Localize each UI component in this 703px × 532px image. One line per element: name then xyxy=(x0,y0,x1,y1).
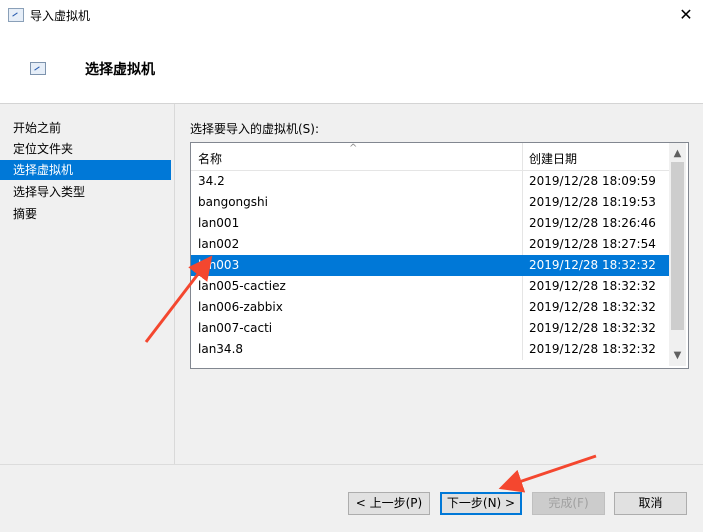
finish-button[interactable]: 完成(F) xyxy=(532,492,605,515)
list-item[interactable]: lan006-zabbix 2019/12/28 18:32:32 xyxy=(191,297,669,318)
list-item[interactable]: lan002 2019/12/28 18:27:54 xyxy=(191,234,669,255)
list-item[interactable]: lan007-cacti 2019/12/28 18:32:32 xyxy=(191,318,669,339)
vm-name: bangongshi xyxy=(198,195,268,209)
vm-created-date: 2019/12/28 18:32:32 xyxy=(529,321,656,335)
annotation-arrow-to-next xyxy=(498,454,597,493)
vm-created-date: 2019/12/28 18:26:46 xyxy=(529,216,656,230)
page-title: 选择虚拟机 xyxy=(85,62,155,78)
vm-name: lan002 xyxy=(198,237,240,251)
vm-name: lan005-cactiez xyxy=(198,279,286,293)
vm-list-label: 选择要导入的虚拟机(S): xyxy=(190,122,320,136)
vm-list[interactable]: ^ 名称 创建日期 34.2 2019/12/28 18:09:59 bango… xyxy=(190,142,689,369)
vm-created-date: 2019/12/28 18:32:32 xyxy=(529,342,656,356)
list-item-selected[interactable]: lan003 2019/12/28 18:32:32 xyxy=(191,255,669,276)
wizard-steps-nav: 开始之前 定位文件夹 选择虚拟机 选择导入类型 摘要 xyxy=(0,104,175,464)
nav-item-before-you-begin[interactable]: 开始之前 xyxy=(0,118,171,138)
column-name-header[interactable]: 名称 xyxy=(198,150,222,167)
import-vm-icon xyxy=(30,62,46,75)
vm-created-date: 2019/12/28 18:32:32 xyxy=(529,300,656,314)
nav-item-import-type[interactable]: 选择导入类型 xyxy=(0,182,171,202)
wizard-header: 选择虚拟机 xyxy=(0,30,703,104)
footer-divider xyxy=(0,464,703,465)
window-title: 导入虚拟机 xyxy=(30,9,91,23)
list-item[interactable]: lan34.8 2019/12/28 18:32:32 xyxy=(191,339,669,360)
column-divider[interactable] xyxy=(522,143,523,170)
title-bar: 导入虚拟机 ✕ xyxy=(0,0,703,30)
cancel-button[interactable]: 取消 xyxy=(614,492,687,515)
nav-item-locate-folder[interactable]: 定位文件夹 xyxy=(0,139,171,159)
sort-ascending-icon: ^ xyxy=(349,143,358,154)
next-button[interactable]: 下一步(N) > xyxy=(440,492,522,515)
vm-name: lan006-zabbix xyxy=(198,300,283,314)
scroll-down-icon[interactable]: ▼ xyxy=(669,347,686,364)
list-item[interactable]: lan001 2019/12/28 18:26:46 xyxy=(191,213,669,234)
vertical-scrollbar[interactable]: ▲ ▼ xyxy=(669,143,686,366)
previous-button[interactable]: < 上一步(P) xyxy=(348,492,430,515)
nav-item-summary[interactable]: 摘要 xyxy=(0,204,171,224)
vm-created-date: 2019/12/28 18:19:53 xyxy=(529,195,656,209)
vm-created-date: 2019/12/28 18:09:59 xyxy=(529,174,656,188)
column-date-header[interactable]: 创建日期 xyxy=(529,150,577,167)
vm-name: lan003 xyxy=(198,258,240,272)
list-column-header: ^ 名称 创建日期 xyxy=(191,143,669,171)
vm-created-date: 2019/12/28 18:32:32 xyxy=(529,258,656,272)
scroll-up-icon[interactable]: ▲ xyxy=(669,145,686,162)
app-icon xyxy=(8,8,24,22)
vm-name: 34.2 xyxy=(198,174,225,188)
vm-created-date: 2019/12/28 18:32:32 xyxy=(529,279,656,293)
list-item[interactable]: 34.2 2019/12/28 18:09:59 xyxy=(191,171,669,192)
list-item[interactable]: lan005-cactiez 2019/12/28 18:32:32 xyxy=(191,276,669,297)
nav-item-select-vm[interactable]: 选择虚拟机 xyxy=(0,160,171,180)
vm-name: lan001 xyxy=(198,216,240,230)
scrollbar-thumb[interactable] xyxy=(671,162,684,330)
vm-created-date: 2019/12/28 18:27:54 xyxy=(529,237,656,251)
close-icon[interactable]: ✕ xyxy=(672,2,700,28)
list-item[interactable]: bangongshi 2019/12/28 18:19:53 xyxy=(191,192,669,213)
vm-name: lan34.8 xyxy=(198,342,244,356)
vm-name: lan007-cacti xyxy=(198,321,273,335)
